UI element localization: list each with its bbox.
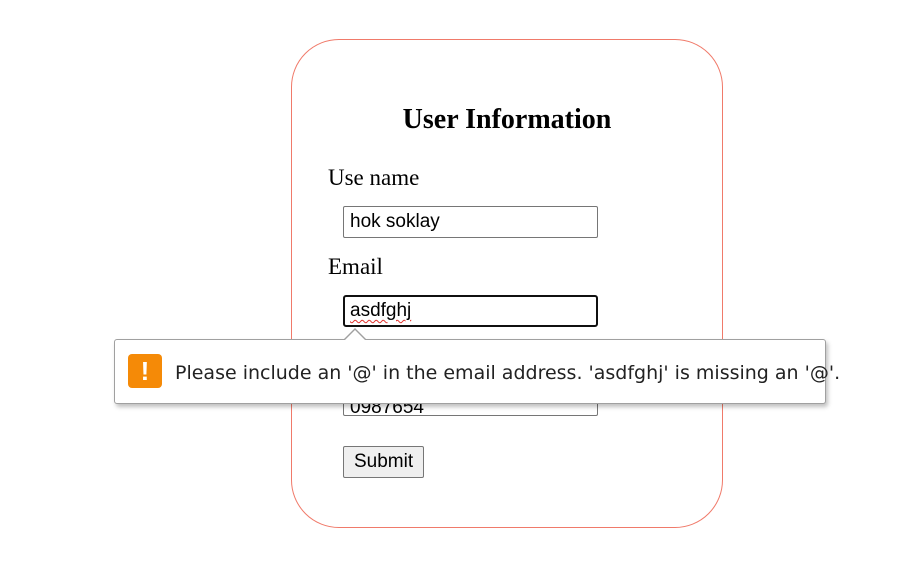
validation-tooltip: ! Please include an '@' in the email add…	[114, 339, 840, 404]
warning-icon: !	[128, 354, 162, 388]
username-label: Use name	[328, 165, 420, 190]
username-input[interactable]: hok soklay	[343, 206, 598, 238]
form-title: User Information	[402, 104, 612, 135]
validation-message: Please include an '@' in the email addre…	[175, 362, 841, 384]
username-input-value: hok soklay	[350, 211, 440, 232]
email-label: Email	[328, 254, 383, 279]
email-input[interactable]: asdfghj	[343, 295, 598, 327]
email-input-value: asdfghj	[350, 300, 412, 321]
submit-button[interactable]: Submit	[343, 446, 425, 478]
